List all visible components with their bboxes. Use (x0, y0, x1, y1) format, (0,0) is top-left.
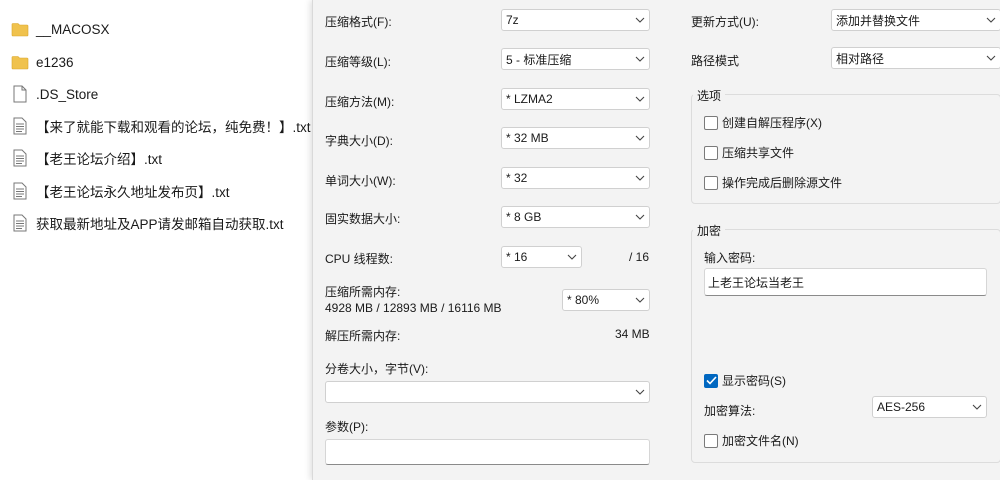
list-item[interactable]: 【来了就能下载和观看的论坛，纯免费！】.txt (10, 114, 311, 138)
file-name: 【老王论坛介绍】.txt (36, 152, 163, 167)
update-select[interactable]: 添加并替换文件 (831, 9, 1000, 31)
update-label: 更新方式(U): (691, 15, 759, 29)
checkbox-icon (704, 175, 718, 190)
file-list: __MACOSX e1236 .DS_Store 【来了就能下载和观看的论坛，纯… (0, 0, 312, 480)
format-value: 7z (506, 13, 519, 27)
encryption-title: 加密 (693, 222, 726, 239)
text-file-icon (10, 181, 30, 201)
chevron-down-icon (982, 10, 1000, 30)
volume-select[interactable] (325, 381, 650, 403)
solid-value: * 8 GB (506, 210, 542, 224)
file-name: __MACOSX (36, 21, 110, 37)
chevron-down-icon (631, 168, 649, 188)
list-item[interactable]: .DS_Store (10, 82, 98, 106)
dict-select[interactable]: * 32 MB (501, 127, 650, 149)
password-input[interactable]: 上老王论坛当老王 (704, 268, 987, 296)
mem-decompress-label: 解压所需内存: (325, 329, 401, 343)
params-label: 参数(P): (325, 420, 369, 434)
encrypt-names-checkbox[interactable]: 加密文件名(N) (704, 432, 799, 449)
threads-value: * 16 (506, 250, 528, 264)
compression-dialog: 压缩格式(F): 7z 压缩等级(L): 5 - 标准压缩 压缩方法(M): *… (312, 0, 1000, 480)
checkbox-icon (704, 115, 718, 130)
sfx-checkbox[interactable]: 创建自解压程序(X) (704, 114, 822, 131)
chevron-down-icon (631, 207, 649, 227)
checkbox-checked-icon (704, 373, 718, 388)
text-file-icon (10, 213, 30, 233)
mem-decompress-value: 34 MB (615, 327, 650, 341)
file-name: .DS_Store (36, 86, 99, 102)
mem-usage-value: * 80% (567, 293, 600, 307)
chevron-down-icon (563, 247, 581, 267)
chevron-down-icon (631, 49, 649, 69)
solid-label: 固实数据大小: (325, 212, 401, 226)
method-value: * LZMA2 (506, 92, 553, 106)
update-value: 添加并替换文件 (836, 13, 921, 28)
threads-label: CPU 线程数: (325, 252, 394, 266)
list-item[interactable]: 【老王论坛介绍】.txt (10, 146, 162, 170)
word-label: 单词大小(W): (325, 174, 396, 188)
volume-label: 分卷大小，字节(V): (325, 362, 429, 376)
level-value: 5 - 标准压缩 (506, 52, 572, 67)
dict-value: * 32 MB (506, 131, 549, 145)
method-label: 压缩方法(M): (325, 95, 395, 109)
chevron-down-icon (982, 48, 1000, 68)
sfx-label: 创建自解压程序(X) (722, 116, 822, 130)
text-file-icon (10, 148, 30, 168)
dict-label: 字典大小(D): (325, 134, 393, 148)
format-label: 压缩格式(F): (325, 15, 392, 29)
word-value: * 32 (506, 171, 528, 185)
password-label: 输入密码: (704, 251, 756, 265)
list-item[interactable]: e1236 (10, 50, 74, 74)
file-name: 获取最新地址及APP请发邮箱自动获取.txt (36, 217, 284, 232)
solid-select[interactable]: * 8 GB (501, 206, 650, 228)
path-value: 相对路径 (836, 51, 885, 66)
folder-icon (10, 19, 30, 39)
checkbox-icon (704, 433, 718, 448)
word-select[interactable]: * 32 (501, 167, 650, 189)
level-label: 压缩等级(L): (325, 55, 392, 69)
list-item[interactable]: 获取最新地址及APP请发邮箱自动获取.txt (10, 211, 284, 235)
password-value: 上老王论坛当老王 (708, 276, 805, 290)
folder-icon (10, 52, 30, 72)
chevron-down-icon (631, 290, 649, 310)
algorithm-select[interactable]: AES-256 (872, 396, 987, 418)
chevron-down-icon (968, 397, 986, 417)
file-name: 【老王论坛永久地址发布页】.txt (36, 185, 230, 200)
format-select[interactable]: 7z (501, 9, 650, 31)
level-select[interactable]: 5 - 标准压缩 (501, 48, 650, 70)
algorithm-value: AES-256 (877, 400, 926, 414)
list-item[interactable]: 【老王论坛永久地址发布页】.txt (10, 179, 230, 203)
method-select[interactable]: * LZMA2 (501, 88, 650, 110)
threads-select[interactable]: * 16 (501, 246, 582, 268)
file-name: 【来了就能下载和观看的论坛，纯免费！】.txt (36, 120, 311, 135)
show-password-label: 显示密码(S) (722, 374, 786, 388)
options-title: 选项 (693, 87, 726, 104)
threads-max: / 16 (629, 250, 650, 264)
checkbox-icon (704, 145, 718, 160)
delete-source-label: 操作完成后删除源文件 (722, 176, 843, 190)
mem-usage-select[interactable]: * 80% (562, 289, 650, 311)
mem-compress-detail: 4928 MB / 12893 MB / 16116 MB (325, 301, 502, 315)
show-password-checkbox[interactable]: 显示密码(S) (704, 372, 786, 389)
chevron-down-icon (631, 89, 649, 109)
file-name: e1236 (36, 54, 74, 70)
delete-source-checkbox[interactable]: 操作完成后删除源文件 (704, 174, 842, 191)
list-item[interactable]: __MACOSX (10, 17, 110, 41)
mem-compress-label: 压缩所需内存: (325, 285, 401, 299)
path-select[interactable]: 相对路径 (831, 47, 1000, 69)
chevron-down-icon (631, 382, 649, 402)
shared-files-checkbox[interactable]: 压缩共享文件 (704, 144, 794, 161)
params-input[interactable] (325, 439, 650, 465)
shared-files-label: 压缩共享文件 (722, 146, 795, 160)
path-label: 路径模式 (691, 54, 740, 68)
algorithm-label: 加密算法: (704, 404, 756, 418)
file-icon (10, 84, 30, 104)
encrypt-names-label: 加密文件名(N) (722, 434, 799, 448)
chevron-down-icon (631, 10, 649, 30)
text-file-icon (10, 116, 30, 136)
chevron-down-icon (631, 128, 649, 148)
